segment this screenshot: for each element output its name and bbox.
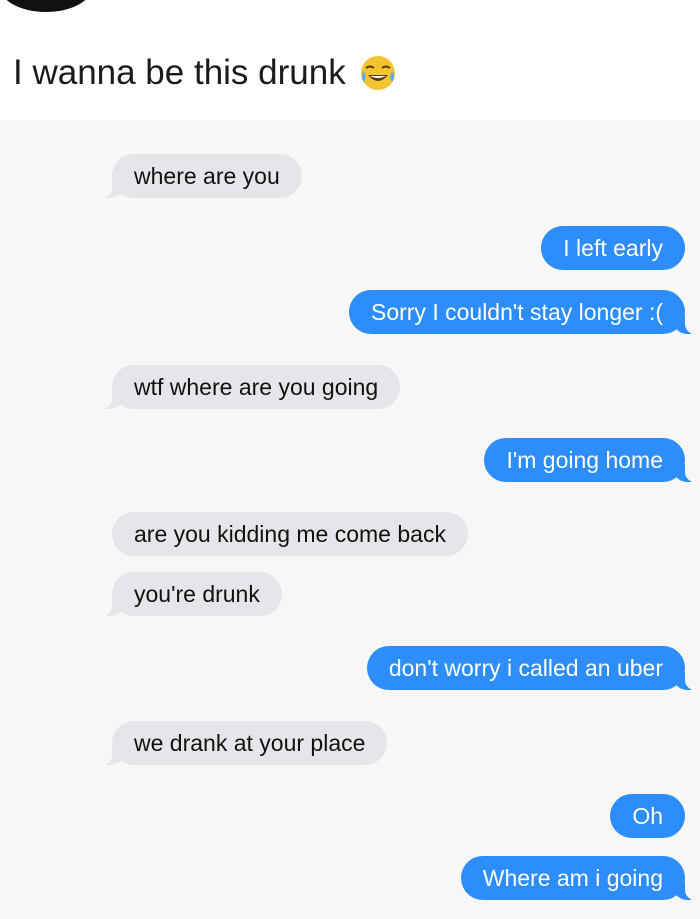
message-bubble-outgoing: don't worry i called an uber: [366, 646, 700, 690]
message-text: where are you: [134, 163, 280, 189]
message-text: don't worry i called an uber: [388, 655, 663, 681]
message-bubble-outgoing: Sorry I couldn't stay longer :(: [348, 290, 700, 334]
message-bubble-outgoing: I left early: [541, 226, 685, 270]
message-thread: where are you I left early Sorry I could…: [0, 120, 700, 919]
face-with-tears-of-joy-icon: [360, 56, 395, 90]
message-bubble-outgoing: Where am i going: [460, 856, 700, 900]
message-bubble-incoming: you're drunk: [96, 572, 282, 616]
message-text: Sorry I couldn't stay longer :(: [370, 299, 663, 325]
message-text: you're drunk: [134, 581, 260, 607]
message-bubble-incoming: where are you: [96, 154, 302, 198]
message-bubble-outgoing: I'm going home: [484, 438, 700, 482]
message-text: are you kidding me come back: [134, 521, 446, 547]
message-text: we drank at your place: [134, 730, 366, 756]
message-bubble-incoming: wtf where are you going: [95, 365, 401, 409]
post-caption: I wanna be this drunk: [13, 48, 398, 98]
message-text: Where am i going: [482, 865, 663, 891]
message-text: wtf where are you going: [134, 374, 379, 400]
message-text: I'm going home: [506, 447, 663, 473]
message-text: I left early: [563, 235, 663, 261]
message-text: Oh: [632, 803, 663, 829]
message-bubble-incoming: are you kidding me come back: [112, 512, 468, 556]
avatar: [0, 0, 92, 12]
caption-text: I wanna be this drunk: [13, 53, 346, 92]
message-bubble-outgoing: Oh: [610, 794, 685, 838]
message-bubble-incoming: we drank at your place: [95, 721, 388, 765]
